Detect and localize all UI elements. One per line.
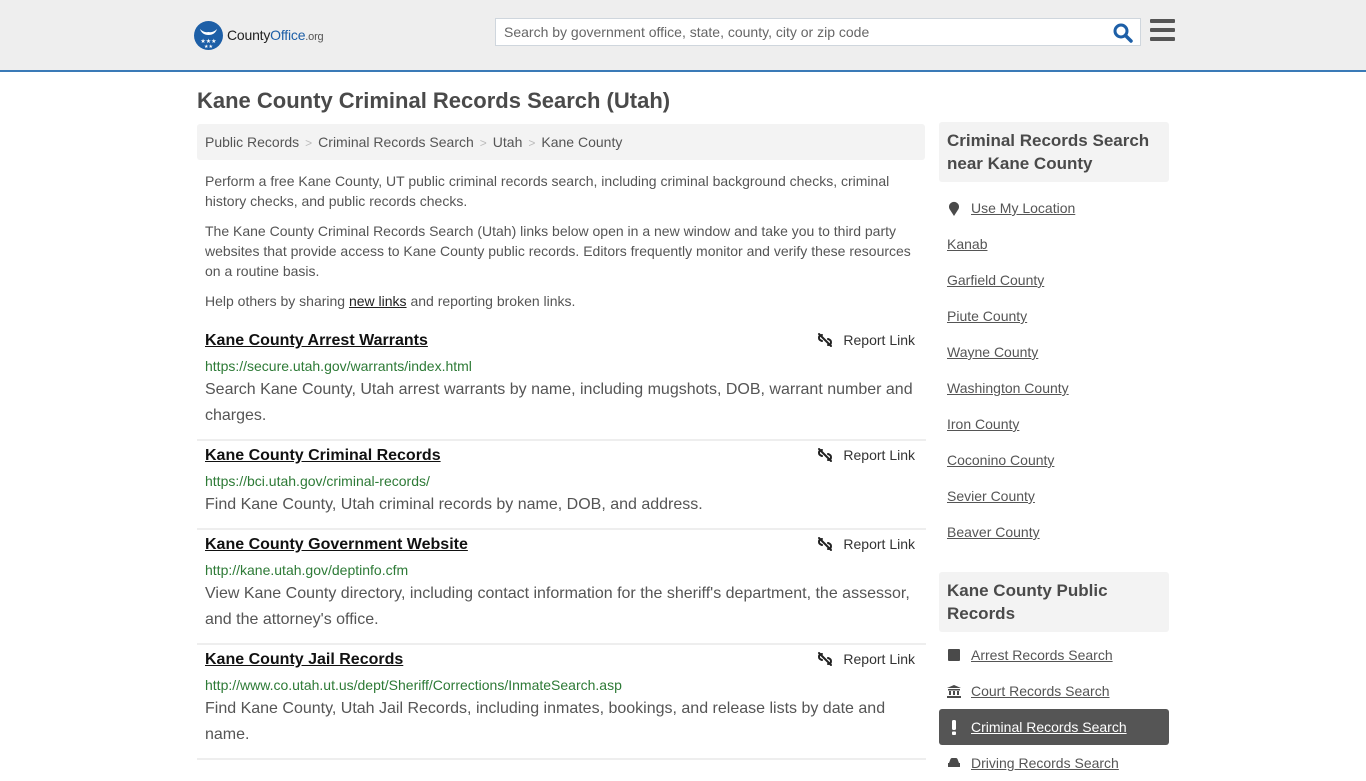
search-input[interactable] [496,19,1106,45]
nearby-link-piute-county[interactable]: Piute County [947,308,1027,324]
court-records-search-link[interactable]: Court Records Search [971,683,1110,699]
report-link-label: Report Link [843,651,915,667]
breadcrumb-kane-county[interactable]: Kane County [541,134,622,150]
search-box [495,18,1141,46]
nearby-link-beaver-county[interactable]: Beaver County [947,524,1040,540]
result-description: Find Kane County, Utah Jail Records, inc… [205,700,886,743]
result-url: http://www.co.utah.ut.us/dept/Sheriff/Co… [205,677,622,693]
result-item: Kane County Arrest Warrants Report Link … [197,326,926,441]
result-description: Find Kane County, Utah criminal records … [205,496,703,513]
report-link-label: Report Link [843,447,915,463]
breadcrumb-utah[interactable]: Utah [493,134,523,150]
nearby-link-washington-county[interactable]: Washington County [947,380,1069,396]
new-links-link[interactable]: new links [349,293,407,309]
map-pin-icon [947,201,961,216]
intro-text-part: Help others by sharing [205,293,349,309]
menu-bar [1150,28,1175,32]
intro-paragraph: The Kane County Criminal Records Search … [205,223,911,279]
square-icon [947,649,961,661]
search-icon [1113,23,1133,43]
broken-link-icon [818,333,833,347]
nearby-item: Garfield County [939,262,1169,298]
broken-link-icon [818,448,833,462]
nearby-item: Piute County [939,298,1169,334]
exclamation-icon [947,719,961,735]
result-title-link[interactable]: Kane County Government Website [205,535,468,555]
intro-text: Perform a free Kane County, UT public cr… [205,171,920,321]
result-url: http://kane.utah.gov/deptinfo.cfm [205,562,409,578]
broken-link-icon [818,537,833,551]
courthouse-icon [947,684,961,698]
result-item: Kane County Criminal Records Report Link… [197,441,926,530]
result-url: https://bci.utah.gov/criminal-records/ [205,473,430,489]
report-link-label: Report Link [843,332,915,348]
nearby-link-wayne-county[interactable]: Wayne County [947,344,1038,360]
nearby-link-coconino-county[interactable]: Coconino County [947,452,1054,468]
nearby-item: Washington County [939,370,1169,406]
report-link-button[interactable]: Report Link [817,536,915,552]
use-my-location-item: Use My Location [939,190,1169,226]
nearby-item: Kanab [939,226,1169,262]
svg-text:★★: ★★ [204,44,213,50]
intro-paragraph: Help others by sharing new links and rep… [205,291,920,311]
breadcrumb-separator: > [528,136,536,150]
nearby-list: Use My Location Kanab Garfield County Pi… [939,190,1169,550]
sidebar-public-records: Kane County Public Records Arrest Record… [939,572,1169,781]
breadcrumb-separator: > [305,136,313,150]
report-link-button[interactable]: Report Link [817,447,915,463]
breadcrumb-criminal-records-search[interactable]: Criminal Records Search [318,134,474,150]
page-title: Kane County Criminal Records Search (Uta… [197,88,671,113]
results-list: Kane County Arrest Warrants Report Link … [197,326,926,760]
sidebar-item-court-records[interactable]: Court Records Search [939,673,1169,709]
sidebar-item-driving-records[interactable]: Driving Records Search [939,745,1169,781]
sidebar-item-arrest-records[interactable]: Arrest Records Search [939,637,1169,673]
logo-text: CountyOffice.org [227,27,324,43]
result-title-link[interactable]: Kane County Criminal Records [205,446,441,466]
nearby-item: Sevier County [939,478,1169,514]
eagle-logo-icon: ★★★ ★★ [194,20,223,50]
nearby-item: Coconino County [939,442,1169,478]
nearby-link-iron-county[interactable]: Iron County [947,416,1019,432]
intro-text-part: and reporting broken links. [406,293,576,309]
report-link-button[interactable]: Report Link [817,651,915,667]
site-logo[interactable]: ★★★ ★★ CountyOffice.org [194,20,324,50]
result-url: https://secure.utah.gov/warrants/index.h… [205,358,472,374]
breadcrumb-separator: > [479,136,487,150]
report-link-label: Report Link [843,536,915,552]
nearby-link-garfield-county[interactable]: Garfield County [947,272,1044,288]
sidebar-nearby: Criminal Records Search near Kane County… [939,122,1169,550]
sidebar-public-records-heading: Kane County Public Records [939,572,1169,632]
hamburger-menu-button[interactable] [1150,19,1175,41]
nearby-item: Iron County [939,406,1169,442]
result-title-link[interactable]: Kane County Arrest Warrants [205,331,428,351]
result-item: Kane County Jail Records Report Link htt… [197,645,926,760]
result-title-link[interactable]: Kane County Jail Records [205,650,403,670]
intro-paragraph: Perform a free Kane County, UT public cr… [205,173,890,209]
nearby-item: Beaver County [939,514,1169,550]
nearby-link-kanab[interactable]: Kanab [947,236,987,252]
result-item: Kane County Government Website Report Li… [197,530,926,645]
site-header: ★★★ ★★ CountyOffice.org [0,0,1366,72]
public-records-list: Arrest Records Search Court Records Sear… [939,637,1169,781]
use-my-location-link[interactable]: Use My Location [971,200,1075,216]
criminal-records-search-link[interactable]: Criminal Records Search [971,719,1127,735]
car-icon [947,757,961,769]
breadcrumb: Public Records > Criminal Records Search > U… [197,124,925,160]
report-link-button[interactable]: Report Link [817,332,915,348]
result-description: View Kane County directory, including co… [205,585,910,628]
hamburger-menu-icon [1150,19,1175,23]
nearby-item: Wayne County [939,334,1169,370]
sidebar-item-criminal-records[interactable]: Criminal Records Search [939,709,1169,745]
arrest-records-search-link[interactable]: Arrest Records Search [971,647,1113,663]
search-button[interactable] [1112,22,1134,44]
nearby-link-sevier-county[interactable]: Sevier County [947,488,1035,504]
driving-records-search-link[interactable]: Driving Records Search [971,755,1119,771]
broken-link-icon [818,652,833,666]
sidebar-nearby-heading: Criminal Records Search near Kane County [939,122,1169,182]
breadcrumb-public-records[interactable]: Public Records [205,134,299,150]
result-description: Search Kane County, Utah arrest warrants… [205,381,913,424]
menu-bar [1150,37,1175,41]
